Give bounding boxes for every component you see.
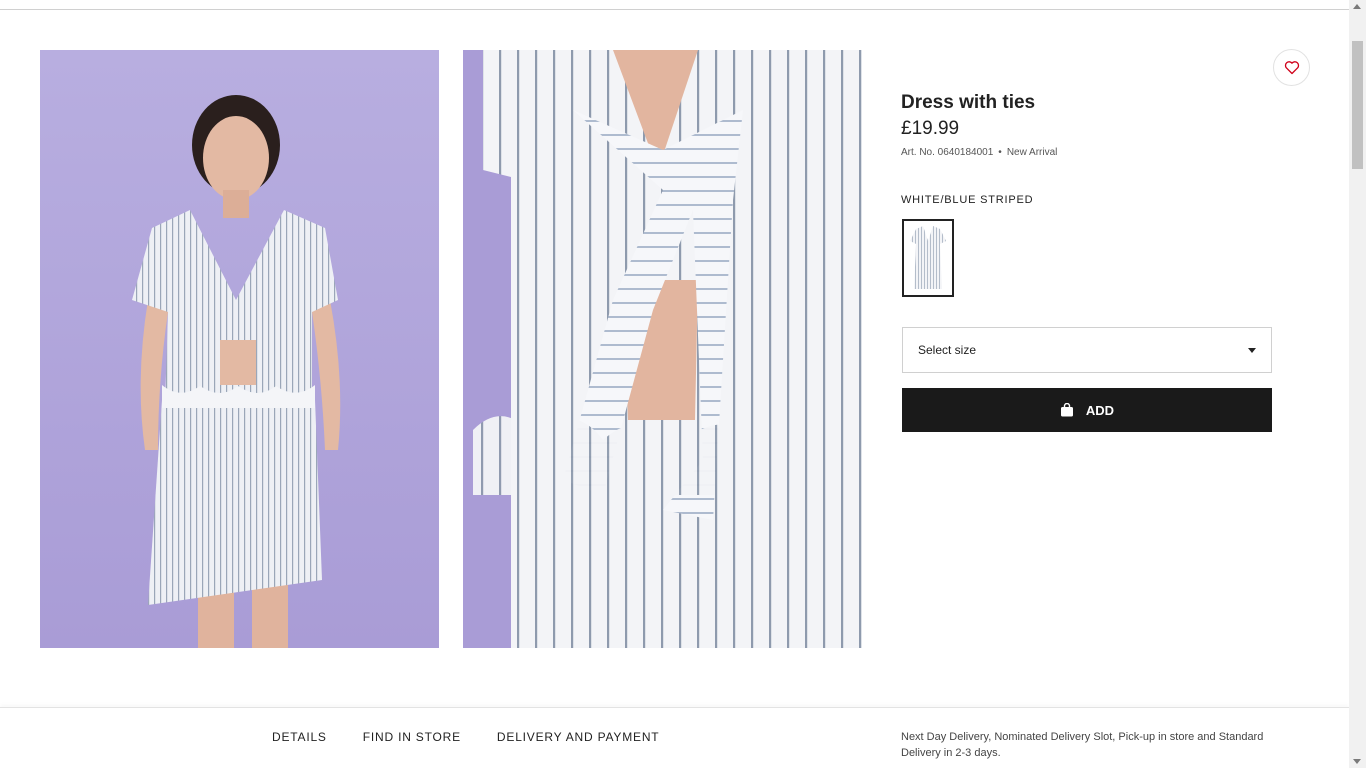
size-select[interactable]: Select size bbox=[902, 327, 1272, 373]
size-select-label: Select size bbox=[918, 343, 977, 357]
color-name: WHITE/BLUE STRIPED bbox=[901, 194, 1034, 206]
product-price: £19.99 bbox=[901, 118, 960, 139]
info-tabs: DETAILS FIND IN STORE DELIVERY AND PAYME… bbox=[272, 730, 659, 744]
meta-separator: • bbox=[998, 147, 1002, 158]
shopping-bag-icon bbox=[1060, 403, 1073, 417]
heart-icon bbox=[1284, 61, 1299, 75]
article-number: Art. No. 0640184001 bbox=[901, 147, 994, 158]
model-photo-illustration bbox=[132, 95, 341, 648]
scrollbar-thumb[interactable] bbox=[1352, 41, 1363, 169]
tab-find-in-store[interactable]: FIND IN STORE bbox=[363, 730, 461, 744]
favourite-button[interactable] bbox=[1273, 49, 1310, 86]
product-meta: Art. No. 0640184001 • New Arrival bbox=[901, 147, 1057, 158]
dress-thumbnail bbox=[910, 226, 946, 289]
product-title: Dress with ties bbox=[901, 92, 1036, 113]
vertical-scrollbar[interactable] bbox=[1349, 0, 1366, 768]
product-image-model[interactable] bbox=[40, 50, 439, 648]
tab-delivery-and-payment[interactable]: DELIVERY AND PAYMENT bbox=[497, 730, 660, 744]
product-image-detail[interactable] bbox=[463, 50, 862, 648]
delivery-note: Next Day Delivery, Nominated Delivery Sl… bbox=[901, 731, 1264, 759]
scroll-down-arrow-icon[interactable] bbox=[1353, 759, 1361, 764]
scroll-up-arrow-icon[interactable] bbox=[1353, 4, 1361, 9]
add-to-bag-button[interactable]: ADD bbox=[902, 388, 1272, 432]
top-divider bbox=[0, 0, 1349, 10]
detail-photo-illustration bbox=[463, 50, 862, 648]
add-button-label: ADD bbox=[1085, 402, 1115, 418]
color-swatch-selected[interactable] bbox=[902, 219, 954, 297]
chevron-down-icon bbox=[1248, 347, 1256, 353]
new-arrival-badge: New Arrival bbox=[1006, 147, 1058, 158]
tab-details[interactable]: DETAILS bbox=[272, 730, 327, 744]
bottom-info-panel: DETAILS FIND IN STORE DELIVERY AND PAYME… bbox=[0, 707, 1349, 768]
